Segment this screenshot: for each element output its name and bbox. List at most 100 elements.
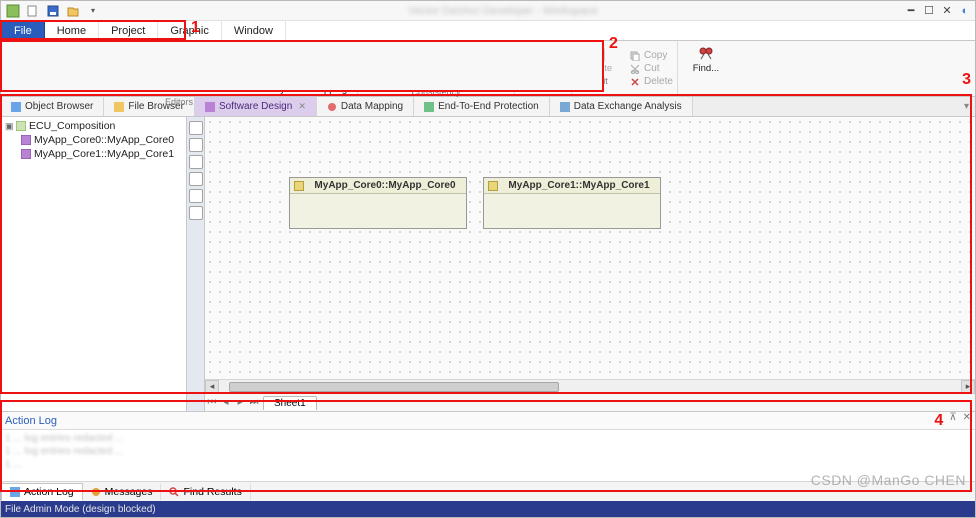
canvas-wrap: MyApp_Core0::MyApp_Core0 MyApp_Core1::My… — [205, 117, 975, 411]
palette-tool-4[interactable] — [189, 172, 203, 186]
palette-tool-6[interactable] — [189, 206, 203, 220]
data-type-button[interactable]: TData Type Mapping — [305, 43, 353, 97]
open-icon[interactable] — [65, 3, 81, 19]
tab-data-exchange[interactable]: Data Exchange Analysis — [550, 97, 693, 116]
close-button[interactable]: ✕ — [941, 5, 953, 17]
menu-home[interactable]: Home — [45, 21, 99, 40]
tab-data-mapping[interactable]: Data Mapping — [317, 97, 414, 116]
workarea: ▣ECU_Composition MyApp_Core0::MyApp_Core… — [1, 117, 975, 411]
bottom-tab-action-log[interactable]: Action Log — [1, 483, 83, 501]
ribbon-group-label-editors: Editors — [163, 97, 195, 108]
menu-graphic[interactable]: Graphic — [158, 21, 222, 40]
maximize-button[interactable]: ☐ — [923, 5, 935, 17]
component-core0[interactable]: MyApp_Core0::MyApp_Core0 — [289, 177, 467, 229]
annotation-1: 1 — [191, 19, 976, 37]
tab-e2e-protection[interactable]: End-To-End Protection — [414, 97, 550, 116]
menu-file[interactable]: File — [1, 21, 45, 40]
log-line: 1 ... — [5, 458, 971, 471]
log-close-icon[interactable]: ✕ — [963, 412, 971, 430]
action-log-body: 1 ... log entries redacted ... 1 ... log… — [1, 430, 975, 481]
software-design-button[interactable]: Software Design — [105, 43, 153, 97]
palette-tool-3[interactable] — [189, 155, 203, 169]
component-icon — [488, 181, 498, 191]
check-settings-button[interactable]: Check Settings... — [462, 43, 510, 87]
quick-access-toolbar: ▾ — [5, 3, 101, 19]
app-window: ▾ Vector DaVinci Developer - Workspace ━… — [0, 0, 976, 518]
action-log-title: Action Log — [5, 415, 57, 427]
component-icon — [294, 181, 304, 191]
sheet-tab-1[interactable]: Sheet1 — [263, 396, 317, 410]
object-browser-button[interactable]: Object Browser — [5, 43, 53, 97]
sheet-last-icon[interactable]: ⏭ — [247, 397, 261, 408]
titlebar: ▾ Vector DaVinci Developer - Workspace ━… — [1, 1, 975, 21]
annotation-3: 3 — [962, 71, 971, 89]
tool-palette — [187, 117, 205, 411]
bottom-tabs: Action Log Messages Find Results — [1, 481, 975, 501]
file-browser-button[interactable]: File Browser — [55, 43, 103, 97]
log-line: 1 ... log entries redacted ... — [5, 432, 971, 445]
menu-window[interactable]: Window — [222, 21, 286, 40]
window-title: Vector DaVinci Developer - Workspace — [101, 5, 905, 17]
annotation-4: 4 — [934, 412, 943, 430]
palette-tool-1[interactable] — [189, 121, 203, 135]
ribbon-group-consistency: Check Check Workspace Check Settings... … — [358, 41, 515, 96]
svg-text:T: T — [326, 50, 332, 60]
ribbon-group-find: Find... — [678, 41, 734, 96]
sheet-next-icon[interactable]: ▸ — [233, 397, 247, 408]
check-workspace-button[interactable]: Check Workspace — [412, 43, 460, 87]
scroll-left-icon[interactable]: ◂ — [205, 380, 219, 394]
design-canvas[interactable]: MyApp_Core0::MyApp_Core0 MyApp_Core1::My… — [205, 117, 975, 379]
app-icon[interactable] — [5, 3, 21, 19]
bottom-tab-messages[interactable]: Messages — [83, 484, 162, 500]
scroll-thumb[interactable] — [229, 382, 559, 392]
bottom-tab-find-results[interactable]: Find Results — [161, 484, 250, 500]
e2e-protection-button[interactable]: End-To-End Protection — [205, 43, 253, 97]
tab-software-design[interactable]: Software Design✕ — [195, 97, 317, 116]
copy-button[interactable]: Copy — [630, 50, 673, 61]
find-button[interactable]: Find... — [682, 43, 730, 76]
horizontal-scrollbar[interactable]: ◂ ▸ — [205, 379, 975, 393]
save-icon[interactable] — [45, 3, 61, 19]
palette-tool-2[interactable] — [189, 138, 203, 152]
status-bar: File Admin Mode (design blocked) — [1, 501, 975, 517]
minimize-button[interactable]: ━ — [905, 5, 917, 17]
properties-button[interactable]: Properties... — [519, 43, 567, 76]
scroll-right-icon[interactable]: ▸ — [961, 380, 975, 394]
window-controls: ━ ☐ ✕ ◐ — [905, 5, 971, 17]
ribbon-group-editors: Object Browser File Browser Software Des… — [1, 41, 358, 96]
ribbon: Object Browser File Browser Software Des… — [1, 41, 975, 97]
log-line: 1 ... log entries redacted ... — [5, 445, 971, 458]
menubar: File Home Project Graphic Window 1 — [1, 21, 975, 41]
component-core1[interactable]: MyApp_Core1::MyApp_Core1 — [483, 177, 661, 229]
new-icon[interactable] — [25, 3, 41, 19]
tabs-overflow-icon[interactable]: ▾ — [958, 101, 975, 112]
data-mapping-button[interactable]: Data Mapping — [155, 43, 203, 97]
log-pin-icon[interactable]: ⊼ — [949, 412, 956, 430]
sheet-prev-icon[interactable]: ◂ — [219, 397, 233, 408]
action-log-panel: Action Log 4 ⊼ ✕ 1 ... log entries redac… — [1, 411, 975, 501]
tree-child-core1[interactable]: MyApp_Core1::MyApp_Core1 — [3, 147, 184, 161]
check-button[interactable]: Check — [362, 43, 410, 87]
data-exchange-button[interactable]: Data Exchange Analysis — [255, 43, 303, 97]
sheet-first-icon[interactable]: ⏮ — [205, 397, 219, 408]
tab-object-browser[interactable]: Object Browser — [1, 97, 104, 116]
palette-tool-5[interactable] — [189, 189, 203, 203]
status-text: File Admin Mode (design blocked) — [5, 504, 156, 515]
collapse-icon[interactable]: ▣ — [5, 121, 13, 132]
ribbon-group-label-edit: Edit — [590, 76, 610, 87]
help-icon[interactable]: ◐ — [959, 5, 971, 17]
ribbon-group-label-consistency: Consistency — [409, 87, 462, 98]
tree-child-core0[interactable]: MyApp_Core0::MyApp_Core0 — [3, 133, 184, 147]
cut-button[interactable]: Cut — [630, 63, 673, 74]
delete-button[interactable]: Delete — [630, 76, 673, 87]
close-icon[interactable]: ✕ — [298, 101, 306, 112]
project-tree: ▣ECU_Composition MyApp_Core0::MyApp_Core… — [1, 117, 187, 411]
menu-project[interactable]: Project — [99, 21, 158, 40]
paste-button[interactable]: Paste — [576, 43, 624, 76]
ribbon-group-properties: Properties... — [515, 41, 572, 96]
edit-mini-buttons: Copy Cut Delete — [628, 41, 678, 96]
ribbon-group-edit: Paste Edit — [572, 41, 628, 96]
sheet-tabs: ⏮◂▸⏭ Sheet1 — [205, 393, 975, 411]
qat-dropdown-icon[interactable]: ▾ — [85, 3, 101, 19]
tree-root-ecu[interactable]: ▣ECU_Composition — [3, 119, 184, 133]
